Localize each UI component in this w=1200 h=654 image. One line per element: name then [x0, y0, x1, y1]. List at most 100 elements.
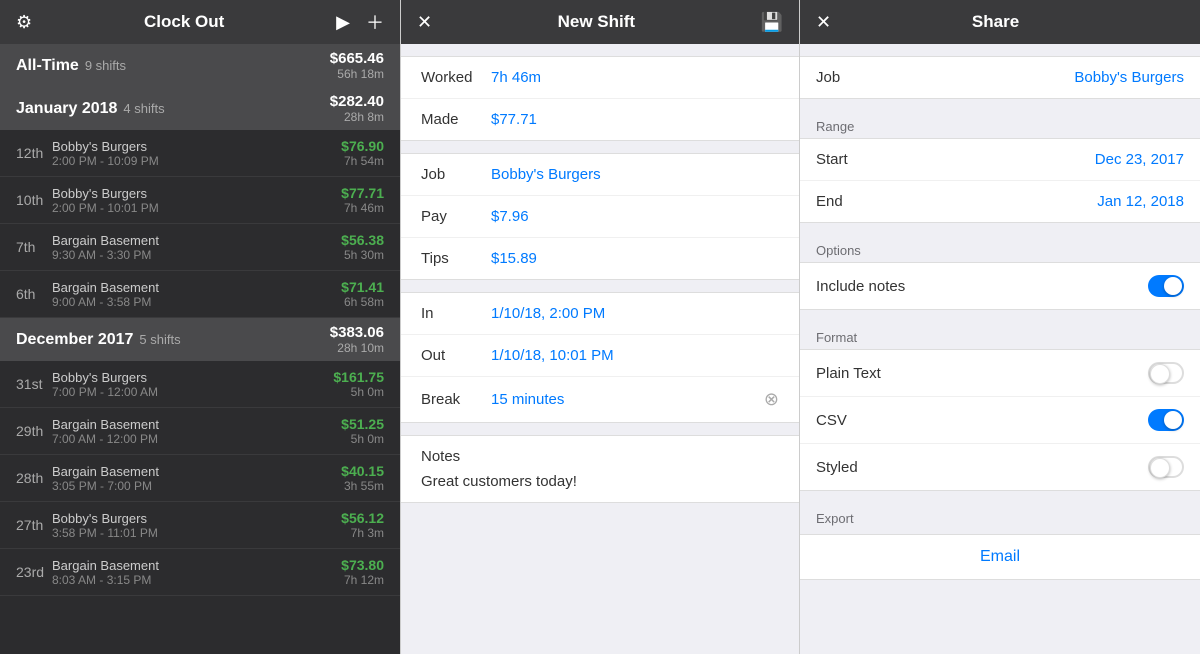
table-row[interactable]: 31st Bobby's Burgers 7:00 PM - 12:00 AM … — [0, 361, 400, 408]
table-row[interactable]: 10th Bobby's Burgers 2:00 PM - 10:01 PM … — [0, 177, 400, 224]
out-row[interactable]: Out 1/10/18, 10:01 PM — [401, 335, 799, 377]
shift-amount: $56.12 — [341, 510, 384, 526]
shift-time: 7:00 PM - 12:00 AM — [52, 385, 333, 399]
shift-info: Bargain Basement 8:03 AM - 3:15 PM — [52, 558, 341, 587]
jan-title-group: January 2018 4 shifts — [16, 100, 165, 118]
styled-label: Styled — [816, 459, 1148, 476]
break-row[interactable]: Break 15 minutes ⊗ — [401, 377, 799, 422]
shift-info: Bargain Basement 9:00 AM - 3:58 PM — [52, 280, 341, 309]
notes-title: Notes — [421, 448, 779, 465]
job-share-row[interactable]: Job Bobby's Burgers — [800, 57, 1200, 98]
all-time-time: 56h 18m — [330, 67, 384, 81]
dec-title: December 2017 — [16, 331, 133, 349]
shift-duration: 3h 55m — [341, 479, 384, 493]
start-value: Dec 23, 2017 — [1095, 151, 1184, 168]
shift-day: 6th — [16, 286, 52, 302]
format-card: Plain Text CSV Styled — [800, 349, 1200, 491]
shift-right: $56.12 7h 3m — [341, 510, 384, 540]
tips-label: Tips — [421, 250, 491, 267]
shift-day: 31st — [16, 376, 52, 392]
csv-label: CSV — [816, 412, 1148, 429]
job-row[interactable]: Job Bobby's Burgers — [401, 154, 799, 196]
pay-value: $7.96 — [491, 208, 779, 225]
close-share-button[interactable]: ✕ — [816, 12, 831, 33]
shift-time: 2:00 PM - 10:01 PM — [52, 201, 341, 215]
tips-row[interactable]: Tips $15.89 — [401, 238, 799, 279]
start-row[interactable]: Start Dec 23, 2017 — [800, 139, 1200, 181]
job-value: Bobby's Burgers — [491, 166, 779, 183]
table-row[interactable]: 23rd Bargain Basement 8:03 AM - 3:15 PM … — [0, 549, 400, 596]
tips-value: $15.89 — [491, 250, 779, 267]
shift-day: 7th — [16, 239, 52, 255]
shift-time: 7:00 AM - 12:00 PM — [52, 432, 341, 446]
delete-break-icon[interactable]: ⊗ — [764, 389, 779, 410]
shift-day: 23rd — [16, 564, 52, 580]
include-notes-label: Include notes — [816, 278, 1148, 295]
shift-place: Bobby's Burgers — [52, 139, 341, 154]
shift-info: Bobby's Burgers 3:58 PM - 11:01 PM — [52, 511, 341, 540]
in-value: 1/10/18, 2:00 PM — [491, 305, 779, 322]
table-row[interactable]: 7th Bargain Basement 9:30 AM - 3:30 PM $… — [0, 224, 400, 271]
job-share-value: Bobby's Burgers — [1074, 69, 1184, 86]
shift-duration: 7h 3m — [341, 526, 384, 540]
left-content: All-Time 9 shifts $665.46 56h 18m Januar… — [0, 44, 400, 654]
job-label: Job — [421, 166, 491, 183]
mid-panel-title: New Shift — [558, 12, 635, 32]
worked-row: Worked 7h 46m — [401, 57, 799, 99]
jan-2018-header: January 2018 4 shifts $282.40 28h 8m — [0, 87, 400, 130]
made-value: $77.71 — [491, 111, 779, 128]
shift-duration: 7h 46m — [341, 201, 384, 215]
shift-duration: 6h 58m — [341, 295, 384, 309]
notes-card[interactable]: Notes Great customers today! — [401, 435, 799, 503]
pay-row[interactable]: Pay $7.96 — [401, 196, 799, 238]
csv-row: CSV — [800, 397, 1200, 444]
shift-time: 3:58 PM - 11:01 PM — [52, 526, 341, 540]
details-card: Job Bobby's Burgers Pay $7.96 Tips $15.8… — [401, 153, 799, 280]
dec-amount: $383.06 — [330, 324, 384, 341]
shift-place: Bargain Basement — [52, 558, 341, 573]
end-row[interactable]: End Jan 12, 2018 — [800, 181, 1200, 222]
export-section-label: Export — [800, 503, 1200, 530]
table-row[interactable]: 6th Bargain Basement 9:00 AM - 3:58 PM $… — [0, 271, 400, 318]
end-value: Jan 12, 2018 — [1097, 193, 1184, 210]
styled-row: Styled — [800, 444, 1200, 490]
shift-duration: 7h 54m — [341, 154, 384, 168]
mid-top-bar: ✕ New Shift 💾 — [401, 0, 799, 44]
save-button[interactable]: 💾 — [761, 12, 783, 33]
made-label: Made — [421, 111, 491, 128]
worked-value: 7h 46m — [491, 69, 779, 86]
shift-right: $40.15 3h 55m — [341, 463, 384, 493]
play-icon[interactable]: ▶ — [336, 12, 350, 33]
job-card: Job Bobby's Burgers — [800, 56, 1200, 99]
summary-card: Worked 7h 46m Made $77.71 — [401, 56, 799, 141]
table-row[interactable]: 28th Bargain Basement 3:05 PM - 7:00 PM … — [0, 455, 400, 502]
shift-info: Bobby's Burgers 2:00 PM - 10:09 PM — [52, 139, 341, 168]
out-value: 1/10/18, 10:01 PM — [491, 347, 779, 364]
inout-card: In 1/10/18, 2:00 PM Out 1/10/18, 10:01 P… — [401, 292, 799, 423]
jan-right: $282.40 28h 8m — [330, 93, 384, 124]
shift-right: $51.25 5h 0m — [341, 416, 384, 446]
shift-day: 29th — [16, 423, 52, 439]
shift-info: Bargain Basement 7:00 AM - 12:00 PM — [52, 417, 341, 446]
all-time-subtitle: 9 shifts — [85, 58, 126, 73]
in-row[interactable]: In 1/10/18, 2:00 PM — [401, 293, 799, 335]
settings-icon[interactable]: ⚙ — [16, 12, 32, 33]
add-shift-button[interactable]: ＋ — [366, 9, 384, 35]
shift-info: Bargain Basement 9:30 AM - 3:30 PM — [52, 233, 341, 262]
all-time-title-group: All-Time 9 shifts — [16, 57, 126, 75]
table-row[interactable]: 27th Bobby's Burgers 3:58 PM - 11:01 PM … — [0, 502, 400, 549]
jan-title: January 2018 — [16, 100, 117, 118]
table-row[interactable]: 12th Bobby's Burgers 2:00 PM - 10:09 PM … — [0, 130, 400, 177]
styled-radio[interactable] — [1148, 456, 1184, 478]
in-label: In — [421, 305, 491, 322]
email-button[interactable]: Email — [800, 534, 1200, 580]
dec-subtitle: 5 shifts — [139, 332, 180, 347]
include-notes-toggle[interactable] — [1148, 275, 1184, 297]
options-section-label: Options — [800, 235, 1200, 262]
close-button[interactable]: ✕ — [417, 12, 432, 33]
range-section-label: Range — [800, 111, 1200, 138]
table-row[interactable]: 29th Bargain Basement 7:00 AM - 12:00 PM… — [0, 408, 400, 455]
right-content: Job Bobby's Burgers Range Start Dec 23, … — [800, 44, 1200, 654]
csv-radio[interactable] — [1148, 409, 1184, 431]
plain-text-radio[interactable] — [1148, 362, 1184, 384]
